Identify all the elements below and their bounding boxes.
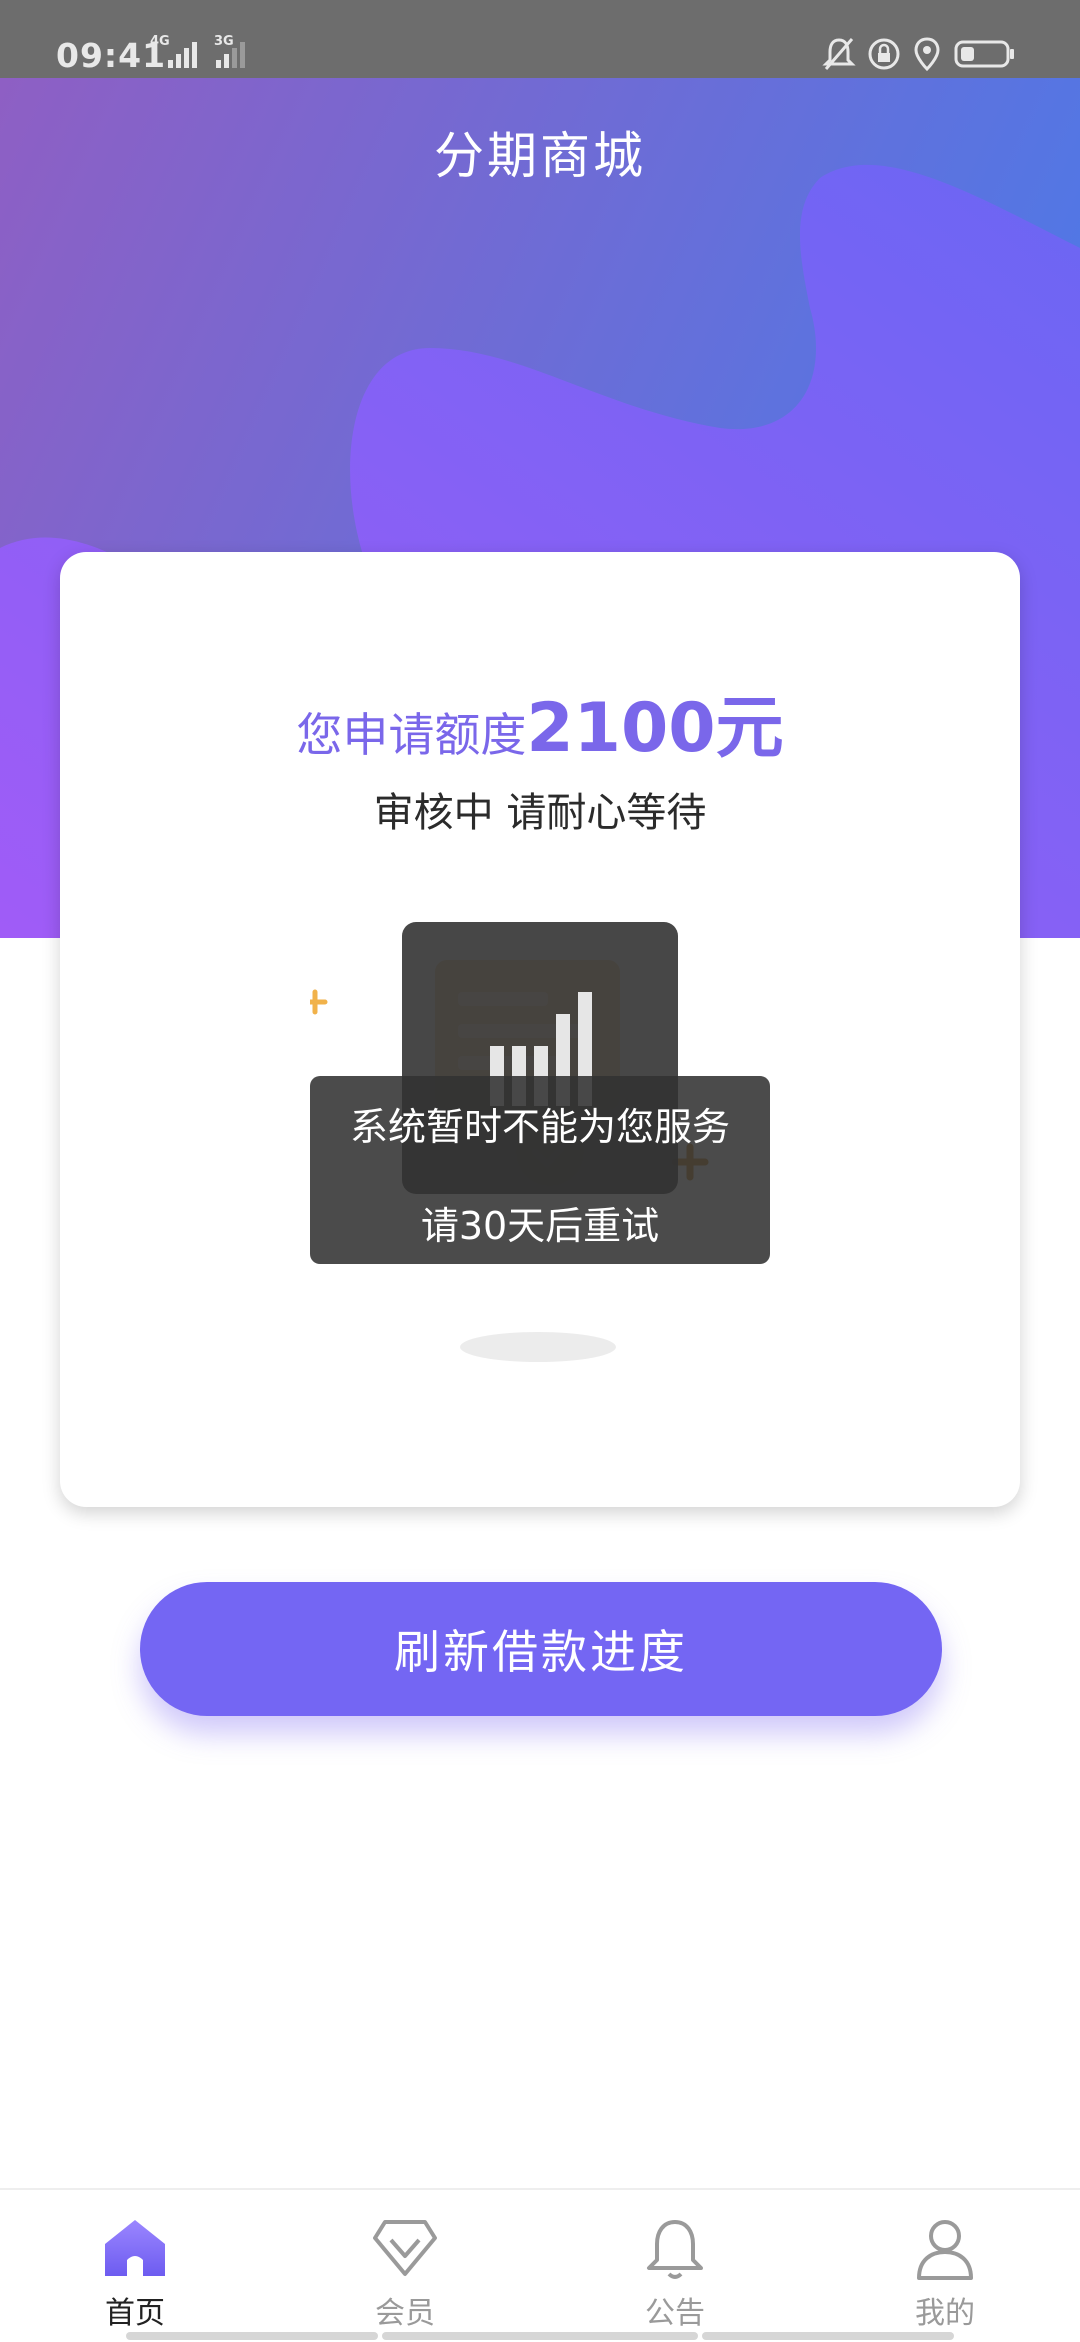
user-icon (917, 2220, 973, 2280)
system-nav-indicator (126, 2332, 378, 2340)
signal-strength-secondary-icon (216, 38, 256, 68)
signal-strength-icon (168, 38, 208, 68)
tab-home[interactable]: 首页 (0, 2190, 270, 2342)
battery-icon (954, 40, 1014, 68)
page-title: 分期商城 (434, 127, 646, 185)
refresh-progress-button[interactable]: 刷新借款进度 (140, 1582, 942, 1716)
toast-message-line1: 系统暂时不能为您服务 (349, 1105, 730, 1149)
bell-off-icon (822, 38, 856, 70)
illustration-shadow (460, 1332, 616, 1362)
diamond-icon (373, 2220, 437, 2276)
bell-icon (647, 2220, 703, 2279)
tab-announcements-label: 公告 (645, 2296, 705, 2331)
tab-profile[interactable]: 我的 (810, 2190, 1080, 2342)
review-status-text: 审核中 请耐心等待 (373, 790, 707, 836)
tab-announcements[interactable]: 公告 (540, 2190, 810, 2342)
quota-line: 您申请额度2100元 (60, 672, 1020, 771)
bottom-tab-bar: 首页 会员 公告 我的 (0, 2188, 1080, 2342)
network-type-4g: 4G (150, 34, 170, 49)
quota-prefix: 您申请额度 (296, 708, 527, 762)
status-bar: 09:41 4G 3G (0, 0, 1080, 78)
tab-membership[interactable]: 会员 (270, 2190, 540, 2342)
tab-home-label: 首页 (105, 2296, 165, 2331)
rotation-lock-icon (868, 38, 900, 70)
error-toast: 系统暂时不能为您服务 请30天后重试 (310, 1076, 770, 1264)
location-icon (914, 37, 940, 72)
tab-profile-label: 我的 (915, 2296, 975, 2331)
home-icon (105, 2220, 165, 2276)
system-nav-indicator (382, 2332, 698, 2340)
system-nav-indicator (702, 2332, 954, 2340)
quota-amount: 2100元 (526, 689, 784, 768)
tab-membership-label: 会员 (375, 2296, 435, 2331)
toast-message-line2: 请30天后重试 (420, 1204, 660, 1248)
status-icons (822, 36, 1042, 72)
